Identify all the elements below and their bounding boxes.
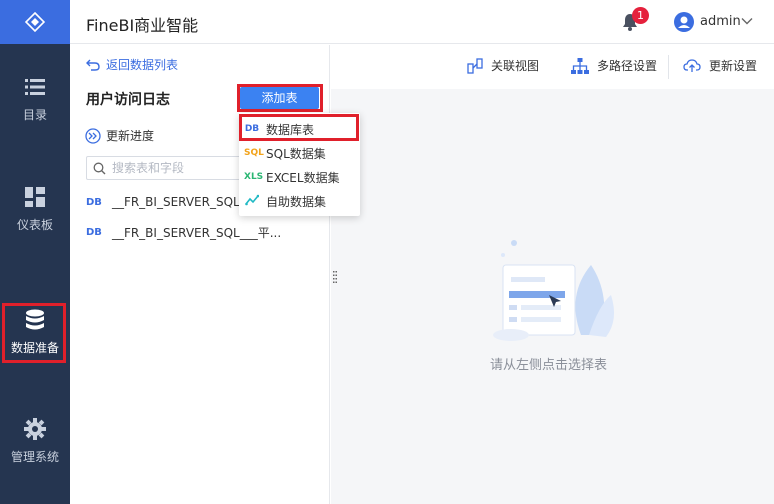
nav-item-catalog[interactable]: 目录 [0,68,70,130]
db-table-icon: DB [86,226,102,238]
hierarchy-icon [571,57,589,74]
user-icon [678,16,690,28]
list-icon [24,76,46,98]
sql-icon: SQL [244,148,264,158]
update-progress-label: 更新进度 [106,129,155,143]
user-name[interactable]: admin [700,14,741,29]
back-arrow-icon [86,59,100,71]
db-table-icon: DB [86,196,102,208]
relation-view-label: 关联视图 [491,59,540,73]
top-header: FineBI商业智能 1 admin [70,0,774,44]
multipath-label: 多路径设置 [597,59,658,73]
logo[interactable] [0,0,70,44]
nav-label-data-prep: 数据准备 [10,340,59,355]
table-row[interactable]: DB __FR_BI_SERVER_SQL___平... [86,220,326,244]
nav-item-admin[interactable]: 管理系统 [0,410,70,472]
add-table-menu: DB 数据库表 SQL SQL数据集 XLS EXCEL数据集 自助数据集 [239,113,360,216]
toolbar: 关联视图 多路径设置 更新设置 [331,45,774,89]
left-nav: 目录 仪表板 数据准备 管理系统 [0,0,70,504]
database-icon [24,309,46,331]
nav-label-dashboard: 仪表板 [16,217,53,232]
table-name: __FR_BI_SERVER_SQL___平... [111,225,282,240]
self-service-icon [244,194,260,209]
chevron-down-icon[interactable] [740,14,754,28]
gear-icon [24,417,46,440]
progress-icon [85,127,101,144]
menu-item-excel-dataset[interactable]: XLS EXCEL数据集 [239,165,360,189]
multipath-settings-button[interactable]: 多路径设置 [571,57,657,74]
menu-item-self-service-dataset[interactable]: 自助数据集 [239,189,360,213]
back-link-label: 返回数据列表 [106,58,179,72]
update-progress-button[interactable]: 更新进度 [85,127,154,144]
menu-item-label: 自助数据集 [266,194,327,209]
update-settings-label: 更新设置 [709,59,758,73]
main-canvas [331,45,774,504]
nav-label-catalog: 目录 [22,107,47,122]
avatar[interactable] [674,12,694,32]
notification-badge: 1 [632,7,649,24]
finebi-logo-icon [25,12,45,32]
back-to-data-list-link[interactable]: 返回数据列表 [86,56,178,73]
nav-item-data-prep[interactable]: 数据准备 [0,301,70,363]
empty-state-illustration [493,240,615,341]
cloud-upload-icon [683,59,701,72]
nav-item-dashboard[interactable]: 仪表板 [0,178,70,240]
dashboard-icon [24,186,46,208]
excel-icon: XLS [244,172,264,182]
relation-view-button[interactable]: 关联视图 [467,57,539,74]
toolbar-divider [668,55,669,79]
menu-item-label: 数据库表 [266,122,315,137]
empty-state-text: 请从左侧点击选择表 [490,358,608,373]
db-table-icon: DB [244,124,260,134]
search-icon [93,162,106,174]
resize-handle[interactable] [333,268,337,283]
menu-item-label: SQL数据集 [266,146,326,161]
table-name: __FR_BI_SERVER_SQL [111,195,240,209]
panel-title: 用户访问日志 [86,92,170,108]
nav-label-admin: 管理系统 [10,449,59,464]
relation-icon [467,57,483,74]
menu-item-label: EXCEL数据集 [266,170,340,185]
add-table-button[interactable]: 添加表 [240,87,319,109]
update-settings-button[interactable]: 更新设置 [683,57,757,74]
app-title: FineBI商业智能 [86,16,199,35]
menu-item-sql-dataset[interactable]: SQL SQL数据集 [239,141,360,165]
menu-item-database-table[interactable]: DB 数据库表 [239,117,360,141]
